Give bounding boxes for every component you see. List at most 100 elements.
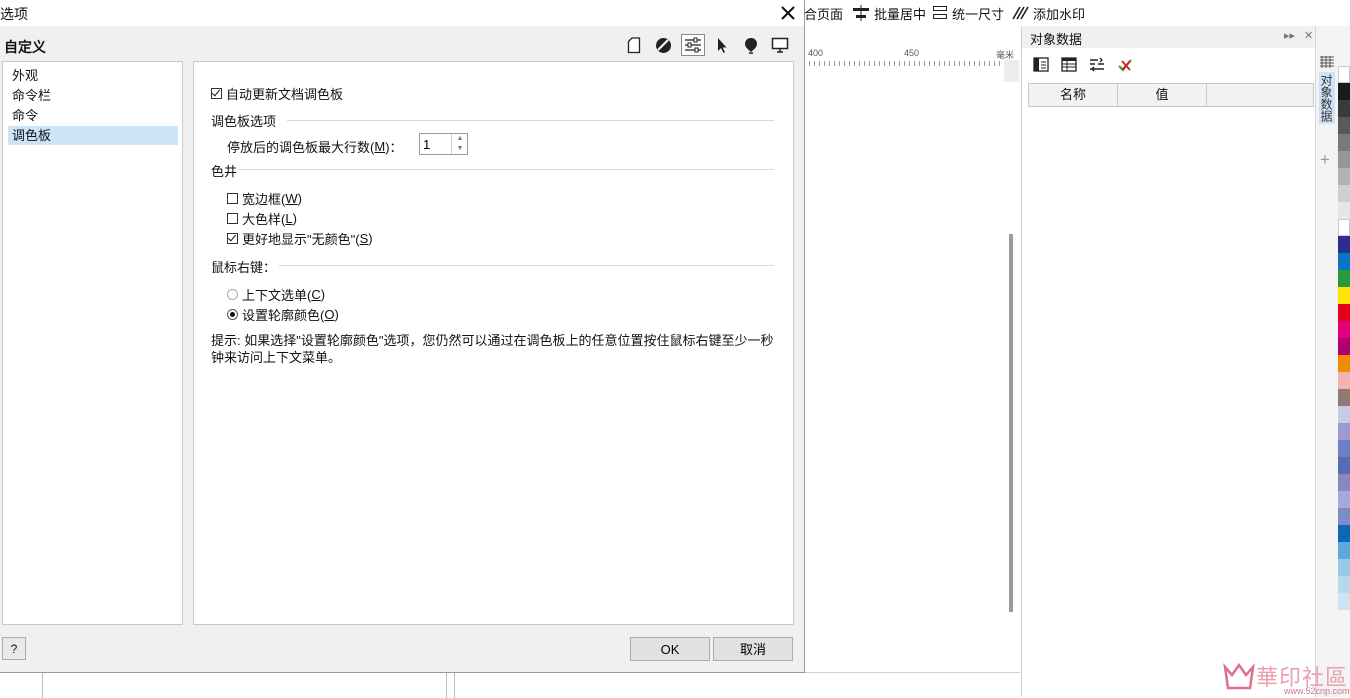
- palette-swatch[interactable]: [1338, 219, 1350, 236]
- paren: ): [334, 307, 339, 322]
- checkbox-box[interactable]: [227, 213, 238, 224]
- tree-item-appearance[interactable]: 外观: [8, 66, 178, 85]
- context-menu-radio[interactable]: 上下文选单(C): [227, 285, 325, 304]
- checkbox-box[interactable]: [211, 88, 222, 99]
- unify-size-label: 统一尺寸: [952, 6, 1005, 22]
- object-data-panel: 对象数据 ▸▸ ✕ 名称 值: [1021, 26, 1316, 697]
- palette-swatch[interactable]: [1338, 134, 1350, 151]
- set-outline-color-label: 设置轮廓颜色(: [242, 308, 325, 323]
- large-swatch-checkbox[interactable]: 大色样(L): [227, 209, 297, 228]
- max-rows-spinner[interactable]: ▲ ▼: [419, 133, 468, 155]
- add-watermark-button[interactable]: 添加水印: [1012, 4, 1085, 22]
- palette-swatch[interactable]: [1338, 202, 1350, 219]
- palette-swatch[interactable]: [1338, 406, 1350, 423]
- panel-close-icon[interactable]: ✕: [1304, 29, 1313, 42]
- wide-border-checkbox[interactable]: 宽边框(W): [227, 189, 302, 208]
- palette-swatch[interactable]: [1338, 321, 1350, 338]
- help-button[interactable]: ?: [2, 637, 26, 660]
- field-editor-icon[interactable]: [1032, 56, 1050, 74]
- column-name-label: 名称: [1059, 87, 1086, 102]
- balloon-icon[interactable]: [740, 34, 762, 56]
- palette-swatch[interactable]: [1338, 117, 1350, 134]
- better-no-color-checkbox[interactable]: 更好地显示"无颜色"(S): [227, 229, 373, 248]
- collapse-icon[interactable]: ▸▸: [1284, 29, 1295, 42]
- better-no-color-label: 更好地显示"无颜色"(: [242, 232, 360, 247]
- palette-swatch[interactable]: [1338, 593, 1350, 610]
- drawing-canvas[interactable]: [804, 66, 1019, 697]
- checkbox-box[interactable]: [227, 233, 238, 244]
- palette-swatch[interactable]: [1338, 270, 1350, 287]
- close-icon[interactable]: [777, 2, 799, 24]
- add-docker-icon[interactable]: +: [1320, 150, 1330, 170]
- checkbox-box[interactable]: [227, 193, 238, 204]
- fit-page-button[interactable]: 合页面: [804, 4, 843, 22]
- cancel-button[interactable]: 取消: [713, 637, 793, 661]
- unify-size-button[interactable]: 统一尺寸: [932, 4, 1004, 22]
- color-well-group-title: 色井: [211, 164, 238, 179]
- ok-button[interactable]: OK: [630, 637, 710, 661]
- copy-data-icon[interactable]: [1088, 56, 1106, 74]
- color-management-icon[interactable]: [652, 34, 674, 56]
- palette-swatch[interactable]: [1338, 304, 1350, 321]
- palette-swatch[interactable]: [1338, 355, 1350, 372]
- tree-item-command-bars[interactable]: 命令栏: [8, 86, 178, 105]
- object-data-tab-label: 对象数据: [1319, 74, 1333, 122]
- divider: [42, 673, 43, 698]
- palette-swatch[interactable]: [1338, 287, 1350, 304]
- palette-swatch[interactable]: [1338, 440, 1350, 457]
- palette-swatch[interactable]: [1338, 423, 1350, 440]
- palette-swatch[interactable]: [1338, 576, 1350, 593]
- customization-sliders-icon[interactable]: [681, 34, 705, 56]
- object-data-tab[interactable]: 对象数据: [1319, 72, 1335, 124]
- group-divider: [279, 265, 774, 266]
- palette-swatch[interactable]: [1338, 338, 1350, 355]
- dialog-titlebar: 选项: [0, 0, 804, 26]
- canvas-vertical-scrollbar[interactable]: [1009, 234, 1013, 612]
- palette-swatch[interactable]: [1338, 185, 1350, 202]
- status-strip: [0, 672, 1020, 698]
- palette-swatch[interactable]: [1338, 236, 1350, 253]
- max-rows-input[interactable]: [423, 136, 451, 152]
- palette-swatch[interactable]: [1338, 542, 1350, 559]
- clear-data-icon[interactable]: [1116, 56, 1134, 74]
- batch-center-button[interactable]: 批量居中: [852, 4, 926, 22]
- spin-up-button[interactable]: ▲: [451, 134, 468, 144]
- palette-swatch[interactable]: [1338, 508, 1350, 525]
- set-outline-color-radio[interactable]: 设置轮廓颜色(O): [227, 305, 339, 324]
- data-sheet-icon[interactable]: [1060, 56, 1078, 74]
- page-icon[interactable]: [623, 34, 645, 56]
- auto-update-checkbox[interactable]: 自动更新文档调色板: [211, 84, 343, 103]
- palette-swatch[interactable]: [1338, 474, 1350, 491]
- auto-update-label: 自动更新文档调色板: [226, 87, 344, 102]
- palette-swatch[interactable]: [1338, 389, 1350, 406]
- palette-swatch[interactable]: [1338, 83, 1350, 100]
- radio-circle[interactable]: [227, 289, 238, 300]
- column-header-value[interactable]: 值: [1118, 84, 1207, 106]
- palette-swatch[interactable]: [1338, 559, 1350, 576]
- column-header-name[interactable]: 名称: [1029, 84, 1118, 106]
- right-mouse-group-title: 鼠标右键：: [211, 260, 277, 275]
- batch-center-label: 批量居中: [874, 6, 927, 22]
- tree-item-label: 外观: [12, 68, 39, 83]
- tree-item-label: 调色板: [12, 128, 52, 143]
- palette-swatch[interactable]: [1338, 66, 1350, 83]
- palette-swatch[interactable]: [1338, 491, 1350, 508]
- section-title: 自定义: [4, 39, 46, 55]
- palette-swatch[interactable]: [1338, 168, 1350, 185]
- spin-down-button[interactable]: ▼: [451, 144, 468, 154]
- palette-swatch[interactable]: [1338, 372, 1350, 389]
- mnemonic: M: [374, 139, 386, 154]
- palette-swatch[interactable]: [1338, 151, 1350, 168]
- tree-item-commands[interactable]: 命令: [8, 106, 178, 125]
- tree-item-color-palette[interactable]: 调色板: [8, 126, 178, 145]
- watermark-emblem-icon: [1223, 662, 1255, 690]
- monitor-icon[interactable]: [769, 34, 791, 56]
- palette-swatch[interactable]: [1338, 100, 1350, 117]
- horizontal-ruler: 400 450 毫米: [804, 46, 1019, 67]
- palette-swatch[interactable]: [1338, 253, 1350, 270]
- tree-item-label: 命令栏: [12, 88, 52, 103]
- palette-swatch[interactable]: [1338, 457, 1350, 474]
- radio-circle[interactable]: [227, 309, 238, 320]
- palette-swatch[interactable]: [1338, 525, 1350, 542]
- pointer-icon[interactable]: [711, 34, 733, 56]
